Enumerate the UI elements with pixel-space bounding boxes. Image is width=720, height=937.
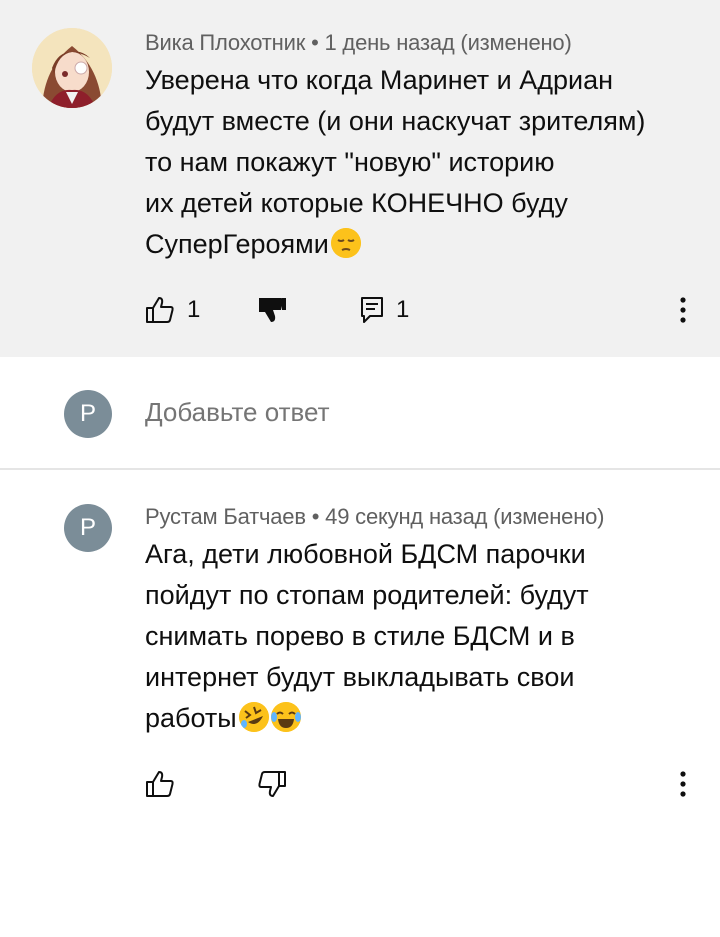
- avatar-letter: P: [79, 514, 96, 541]
- like-button[interactable]: [145, 770, 175, 798]
- comment-line: работы: [145, 703, 237, 733]
- rolling-laughing-face-icon: [238, 702, 269, 732]
- replies-button[interactable]: 1: [360, 296, 409, 324]
- dislike-button[interactable]: [257, 296, 287, 324]
- comment-line: СуперГероями: [145, 229, 329, 259]
- avatar: P: [64, 390, 112, 438]
- reply-comment-icon: [360, 296, 384, 324]
- author-name[interactable]: Рустам Батчаев: [145, 504, 306, 529]
- comment-timestamp: 49 секунд назад (изменено): [325, 504, 605, 529]
- thumbs-up-icon: [145, 296, 175, 324]
- meta-separator: •: [305, 504, 326, 529]
- thumbs-down-icon: [257, 770, 287, 798]
- more-options-button[interactable]: [676, 296, 690, 329]
- more-options-button[interactable]: [676, 770, 690, 803]
- avatar[interactable]: P: [64, 504, 112, 552]
- comment-line: будут вместе (и они наскучат зрителям): [145, 106, 646, 136]
- thumbs-up-icon: [145, 770, 175, 798]
- more-vertical-icon: [676, 297, 690, 328]
- reply-input[interactable]: [145, 397, 665, 428]
- comment-line: пойдут по стопам родителей: будут: [145, 580, 589, 610]
- comment-line-last: работы: [145, 698, 685, 739]
- dislike-button[interactable]: [257, 770, 287, 798]
- tears-of-joy-face-icon: [270, 702, 301, 732]
- meta-separator: •: [305, 30, 325, 55]
- comment-line: то нам покажут "новую" историю: [145, 147, 555, 177]
- reply-composer: P: [0, 357, 720, 469]
- comment-line: Ага, дети любовной БДСМ парочки: [145, 539, 586, 569]
- comment: P Рустам Батчаев • 49 секунд назад (изме…: [0, 470, 720, 937]
- avatar-letter: P: [79, 400, 96, 427]
- like-button[interactable]: 1: [145, 296, 200, 324]
- pensive-face-icon: [330, 228, 361, 258]
- reply-count: 1: [396, 296, 410, 323]
- comment-highlighted: Вика Плохотник • 1 день назад (изменено)…: [0, 0, 720, 357]
- comment-text: Ага, дети любовной БДСМ парочки пойдут п…: [145, 534, 685, 739]
- comment-meta: Рустам Батчаев • 49 секунд назад (измене…: [145, 504, 605, 530]
- comment-line: их детей которые КОНЕЧНО буду: [145, 188, 568, 218]
- author-name[interactable]: Вика Плохотник: [145, 30, 305, 55]
- comment-line-last: СуперГероями: [145, 224, 685, 265]
- more-vertical-icon: [676, 771, 690, 802]
- comment-timestamp: 1 день назад (изменено): [324, 30, 572, 55]
- like-count: 1: [187, 296, 201, 323]
- comment-line: интернет будут выкладывать свои: [145, 662, 575, 692]
- comment-line: снимать порево в стиле БДСМ и в: [145, 621, 575, 651]
- comment-text: Уверена что когда Маринет и Адриан будут…: [145, 60, 685, 265]
- avatar[interactable]: [32, 28, 112, 108]
- comment-meta: Вика Плохотник • 1 день назад (изменено): [145, 30, 572, 56]
- thumbs-down-filled-icon: [257, 296, 287, 324]
- comment-line: Уверена что когда Маринет и Адриан: [145, 65, 614, 95]
